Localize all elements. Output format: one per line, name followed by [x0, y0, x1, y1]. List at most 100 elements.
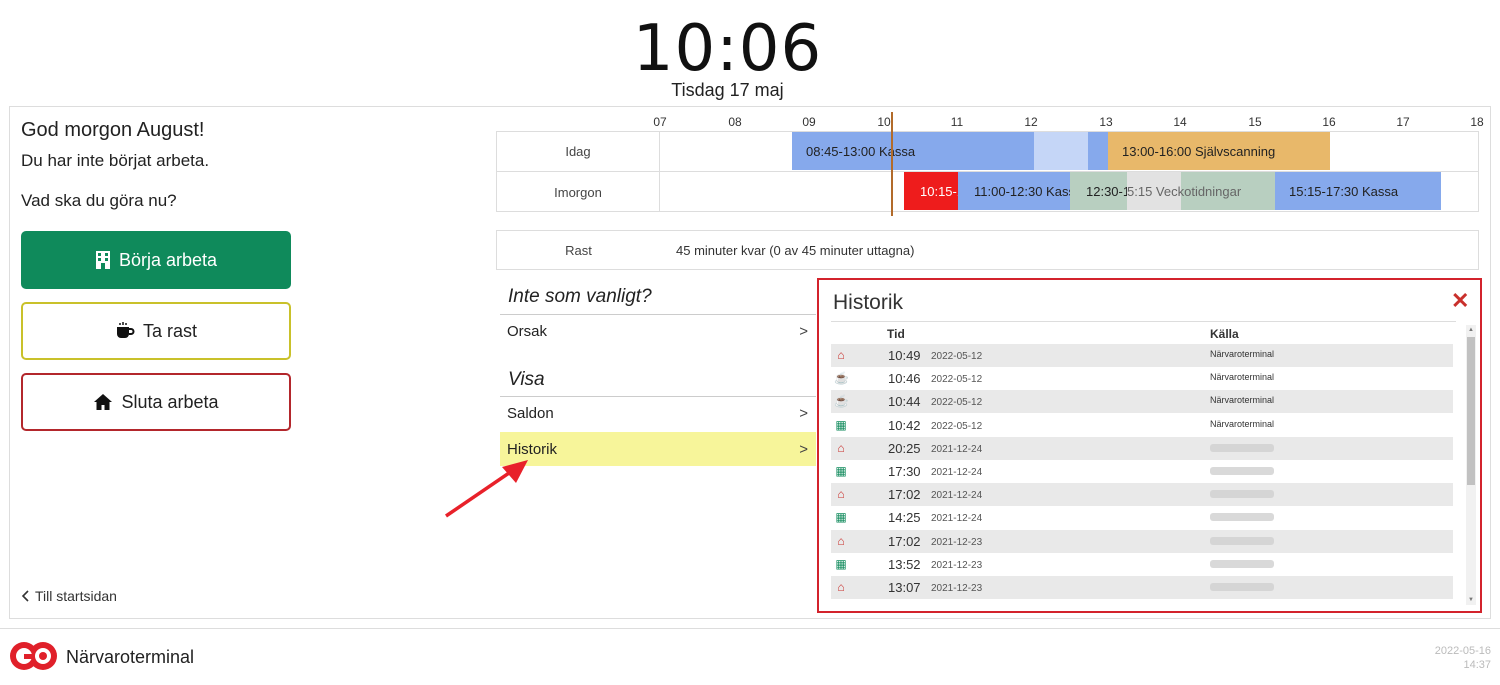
shift-block[interactable]: 08:45-13:00 Kassa	[792, 132, 1034, 170]
history-row: ⌂ 20:25 2021-12-24	[831, 436, 1453, 460]
building-icon	[95, 251, 110, 269]
close-icon[interactable]: ✕	[1451, 288, 1469, 314]
building-icon: ▦	[835, 556, 847, 571]
hour-label: 13	[1099, 115, 1113, 129]
take-break-button[interactable]: Ta rast	[21, 302, 291, 360]
history-row: ▦ 10:42 2022-05-12 Närvaroterminal	[831, 414, 1453, 437]
history-time: 17:02	[888, 487, 921, 503]
history-source: Närvaroterminal	[1210, 372, 1275, 383]
clock-time: 10:06	[632, 12, 823, 86]
schedule-grid: Idag 08:45-13:00 Kassa 13:00-16:00 Själv…	[496, 131, 1479, 212]
history-panel: Historik ✕ Tid Källa ⌂ 10:49 2022-05-12 När…	[817, 278, 1482, 613]
clock-date: Tisdag 17 maj	[671, 80, 784, 100]
history-date: 2021-12-23	[931, 583, 983, 594]
back-to-start-label: Till startsidan	[35, 588, 117, 604]
app-name: Närvaroterminal	[66, 647, 195, 667]
history-time: 10:46	[888, 371, 921, 387]
redacted-source	[1210, 559, 1274, 568]
shift-block[interactable]: 15:15-17:30 Kassa	[1275, 172, 1441, 210]
hour-label: 14	[1173, 115, 1187, 129]
history-date: 2022-05-12	[931, 420, 983, 432]
history-time: 10:49	[888, 348, 921, 363]
menu-item-label: Orsak	[507, 323, 548, 340]
hour-label: 12	[1024, 115, 1038, 129]
history-date: 2021-12-24	[931, 490, 983, 502]
redacted-source	[1210, 536, 1274, 545]
history-row: ⌂ 13:07 2021-12-23	[831, 576, 1453, 599]
history-time: 10:44	[888, 394, 921, 410]
history-date: 2021-12-24	[931, 443, 983, 455]
shift-block[interactable]: 11:00-12:30 Kassa	[958, 172, 1070, 210]
history-time: 10:42	[888, 417, 921, 433]
footer-datetime: 2022-05-16 14:37	[1435, 644, 1491, 672]
chevron-right-icon: >	[799, 440, 808, 458]
shift-block[interactable]: 5:15 Veckotidningar	[1127, 172, 1241, 210]
home-icon: ⌂	[837, 487, 845, 502]
menu-item-saldon[interactable]: Saldon >	[500, 396, 816, 430]
history-time: 13:07	[888, 580, 921, 595]
redacted-source	[1210, 443, 1274, 452]
history-row: ⌂ 10:49 2022-05-12 Närvaroterminal	[831, 344, 1453, 367]
scrollbar-thumb[interactable]	[1467, 337, 1475, 485]
schedule-row-tomorrow: Imorgon 10:15-1 11:00-12:30 Kassa 12:30-…	[497, 172, 1478, 212]
schedule-row-today: Idag 08:45-13:00 Kassa 13:00-16:00 Själv…	[497, 132, 1478, 172]
hour-label: 07	[653, 115, 667, 129]
column-header-time: Tid	[887, 327, 905, 341]
chevron-right-icon: >	[799, 405, 808, 422]
shift-block[interactable]	[1088, 132, 1108, 170]
home-icon: ⌂	[837, 440, 845, 455]
work-status: Du har inte börjat arbeta.	[21, 151, 210, 170]
history-row: ☕ 10:46 2022-05-12 Närvaroterminal	[831, 367, 1453, 390]
history-date: 2022-05-12	[931, 397, 983, 409]
hour-label: 17	[1396, 115, 1410, 129]
menu-item-orsak[interactable]: Orsak >	[500, 314, 816, 348]
building-icon: ▦	[835, 464, 847, 478]
redacted-source	[1210, 467, 1274, 475]
menu-item-historik[interactable]: Historik >	[500, 432, 816, 466]
column-header-source: Källa	[1210, 327, 1239, 341]
section-title-show: Visa	[508, 369, 545, 390]
scrollbar[interactable]: ▲ ▼	[1466, 325, 1476, 605]
history-time: 17:02	[888, 533, 921, 549]
greeting: God morgon August!	[21, 119, 205, 141]
footer-time: 14:37	[1463, 659, 1491, 671]
row-label-today: Idag	[497, 132, 660, 171]
shift-block[interactable]	[1034, 132, 1088, 170]
home-icon	[94, 394, 113, 410]
hour-label: 15	[1248, 115, 1262, 129]
scroll-up-icon[interactable]: ▲	[1466, 327, 1476, 333]
annotation-arrow	[445, 460, 528, 518]
hour-label: 09	[802, 115, 816, 129]
history-source: Närvaroterminal	[1210, 395, 1275, 406]
hour-label: 18	[1470, 115, 1484, 129]
scroll-down-icon[interactable]: ▼	[1466, 597, 1476, 603]
start-work-button[interactable]: Börja arbeta	[21, 231, 291, 289]
history-date: 2022-05-12	[931, 374, 983, 386]
divider	[831, 321, 1456, 322]
history-time: 20:25	[888, 440, 921, 456]
history-source: Närvaroterminal	[1210, 349, 1275, 359]
chevron-left-icon	[21, 590, 29, 602]
shift-block[interactable]: 13:00-16:00 Självscanning	[1108, 132, 1330, 170]
home-icon: ⌂	[837, 348, 845, 362]
start-work-label: Börja arbeta	[118, 249, 218, 270]
history-time: 13:52	[888, 556, 921, 572]
back-to-start-link[interactable]: Till startsidan	[21, 588, 117, 604]
redacted-source	[1210, 513, 1274, 522]
stop-work-button[interactable]: Sluta arbeta	[21, 373, 291, 431]
action-question: Vad ska du göra nu?	[21, 191, 177, 210]
history-date: 2021-12-24	[931, 513, 983, 525]
hour-label: 16	[1322, 115, 1336, 129]
section-title-unusual: Inte som vanligt?	[508, 286, 652, 307]
coffee-icon: ☕	[834, 394, 849, 409]
stop-work-label: Sluta arbeta	[121, 391, 219, 412]
shift-block[interactable]: 10:15-1	[904, 172, 958, 210]
history-date: 2022-05-12	[931, 351, 983, 362]
break-label: Rast	[565, 242, 592, 258]
history-time: 17:30	[888, 464, 921, 479]
redacted-source	[1210, 490, 1274, 499]
hour-label: 10	[877, 115, 891, 129]
building-icon: ▦	[835, 417, 847, 432]
shift-block[interactable]: 12:30-1	[1070, 172, 1127, 210]
history-source: Närvaroterminal	[1210, 418, 1275, 429]
